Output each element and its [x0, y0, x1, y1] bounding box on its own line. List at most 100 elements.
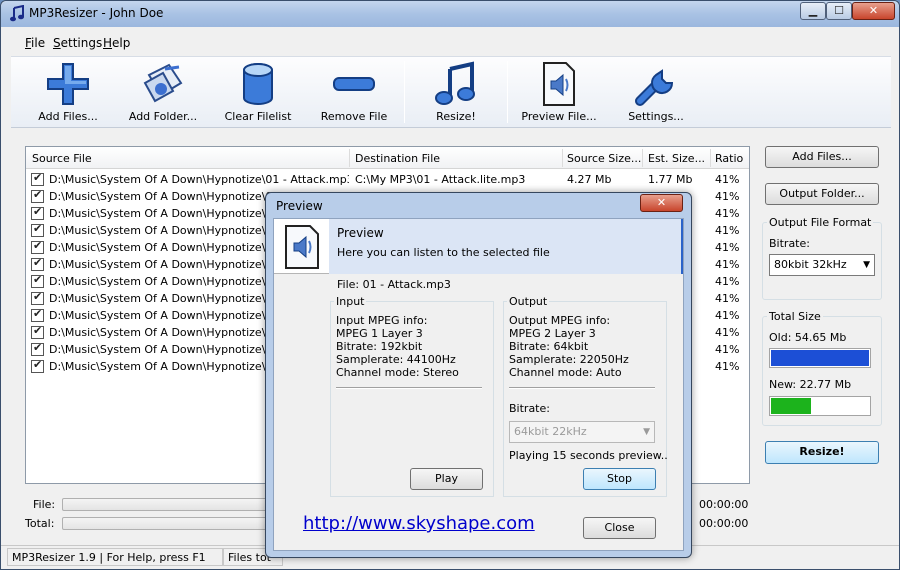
maximize-button[interactable]: ☐ [826, 2, 852, 20]
table-cell-size: 4.27 Mb [567, 173, 612, 186]
output-info: Output MPEG info: MPEG 2 Layer 3 Bitrate… [509, 314, 629, 379]
output-info-line: Bitrate: 64kbit [509, 340, 589, 353]
output-bitrate-select[interactable]: 64kbit 22kHz ▼ [509, 421, 655, 443]
table-cell-ratio: 41% [715, 309, 740, 322]
table-cell-est: 1.77 Mb [648, 173, 693, 186]
column-source-file[interactable]: Source File [32, 152, 92, 165]
add-folder-label: Add Folder... [128, 110, 198, 123]
input-divider [336, 387, 482, 389]
website-link[interactable]: http://www.skyshape.com [303, 513, 535, 534]
bitrate-label: Bitrate: [769, 237, 810, 250]
row-checkbox[interactable] [31, 290, 44, 305]
column-est-size[interactable]: Est. Size... [648, 152, 705, 165]
file-progress-label: File: [33, 498, 56, 511]
table-cell-ratio: 41% [715, 326, 740, 339]
table-cell-ratio: 41% [715, 173, 740, 186]
column-separator[interactable] [349, 149, 350, 167]
dialog-title: Preview [276, 199, 323, 213]
old-size-label: Old: 54.65 Mb [769, 331, 847, 344]
column-separator[interactable] [562, 149, 563, 167]
total-progress-label: Total: [25, 517, 55, 530]
table-cell-ratio: 41% [715, 241, 740, 254]
column-separator[interactable] [642, 149, 643, 167]
old-size-bar-fill [771, 350, 869, 366]
row-checkbox[interactable] [31, 307, 44, 322]
output-format-group-title: Output File Format [767, 216, 874, 229]
folder-music-icon [143, 63, 183, 103]
table-row[interactable]: D:\Music\System Of A Down\Hypnotize\01 -… [26, 171, 749, 188]
input-info-line: Channel mode: Stereo [336, 366, 459, 379]
table-cell-ratio: 41% [715, 275, 740, 288]
output-folder-button[interactable]: Output Folder... [765, 183, 879, 205]
dialog-body: Preview Here you can listen to the selec… [273, 218, 684, 551]
resize-button[interactable]: Resize! [765, 441, 879, 464]
menu-file[interactable]: File [25, 36, 45, 50]
clear-filelist-toolbar-button[interactable]: Clear Filelist [223, 61, 293, 127]
list-header: Source File Destination File Source Size… [26, 147, 749, 169]
column-separator[interactable] [710, 149, 711, 167]
table-cell-src: D:\Music\System Of A Down\Hypnotize\01 -… [49, 173, 349, 186]
output-group-title: Output [507, 295, 550, 308]
row-checkbox[interactable] [31, 188, 44, 203]
add-folder-toolbar-button[interactable]: Add Folder... [125, 61, 201, 127]
input-info-line: Input MPEG info: [336, 314, 428, 327]
title-bar[interactable]: MP3Resizer - John Doe ▁ ☐ ✕ [1, 1, 899, 27]
dialog-close-action-button[interactable]: Close [583, 517, 656, 539]
settings-label: Settings... [628, 110, 684, 123]
output-bitrate-select-value: 64kbit 22kHz [514, 425, 587, 438]
menu-help[interactable]: Help [103, 36, 130, 50]
preview-file-label: Preview File... [521, 110, 597, 123]
add-files-label: Add Files... [38, 110, 98, 123]
close-button[interactable]: ✕ [852, 2, 895, 20]
dialog-heading: Preview [337, 226, 384, 240]
audio-file-icon [543, 62, 575, 106]
column-source-size[interactable]: Source Size... [567, 152, 641, 165]
remove-file-toolbar-button[interactable]: Remove File [319, 61, 389, 127]
stop-button[interactable]: Stop [583, 468, 656, 490]
column-ratio[interactable]: Ratio [715, 152, 743, 165]
clear-filelist-label: Clear Filelist [224, 110, 292, 123]
playing-status: Playing 15 seconds preview.. [509, 449, 668, 462]
minimize-button[interactable]: ▁ [800, 2, 826, 20]
preview-file-toolbar-button[interactable]: Preview File... [521, 61, 597, 127]
table-cell-dst: C:\My MP3\01 - Attack.lite.mp3 [355, 173, 526, 186]
dialog-banner: Preview Here you can listen to the selec… [274, 219, 683, 274]
row-checkbox[interactable] [31, 239, 44, 254]
table-cell-ratio: 41% [715, 343, 740, 356]
music-note-icon [435, 61, 475, 105]
bitrate-select[interactable]: 80kbit 32kHz ▼ [769, 254, 875, 276]
row-checkbox[interactable] [31, 341, 44, 356]
add-files-toolbar-button[interactable]: Add Files... [33, 61, 103, 127]
settings-toolbar-button[interactable]: Settings... [621, 61, 691, 127]
menu-bar: File Settings Help [1, 32, 899, 54]
remove-file-label: Remove File [320, 110, 388, 123]
database-icon [243, 63, 273, 105]
menu-settings[interactable]: Settings [53, 36, 102, 50]
resize-label: Resize! [436, 110, 476, 123]
output-info-line: MPEG 2 Layer 3 [509, 327, 596, 340]
input-info: Input MPEG info: MPEG 1 Layer 3 Bitrate:… [336, 314, 459, 379]
resize-toolbar-button[interactable]: Resize! [421, 61, 491, 127]
row-checkbox[interactable] [31, 222, 44, 237]
new-size-bar-fill [771, 398, 811, 414]
dialog-close-button[interactable]: ✕ [640, 194, 683, 212]
output-bitrate-label: Bitrate: [509, 402, 550, 415]
preview-file-name: File: 01 - Attack.mp3 [337, 278, 451, 291]
add-files-button[interactable]: Add Files... [765, 146, 879, 168]
table-cell-ratio: 41% [715, 258, 740, 271]
play-button[interactable]: Play [410, 468, 483, 490]
column-destination-file[interactable]: Destination File [355, 152, 440, 165]
table-cell-ratio: 41% [715, 224, 740, 237]
row-checkbox[interactable] [31, 273, 44, 288]
row-checkbox[interactable] [31, 358, 44, 373]
row-checkbox[interactable] [31, 205, 44, 220]
row-checkbox[interactable] [31, 324, 44, 339]
dialog-subheading: Here you can listen to the selected file [337, 246, 550, 259]
total-size-group-title: Total Size [767, 310, 823, 323]
input-info-line: Bitrate: 192kbit [336, 340, 423, 353]
output-info-line: Channel mode: Auto [509, 366, 622, 379]
row-checkbox[interactable] [31, 171, 44, 186]
row-checkbox[interactable] [31, 256, 44, 271]
toolbar: Add Files... Add Folder... Clear Filelis… [11, 56, 891, 128]
input-group-title: Input [334, 295, 367, 308]
